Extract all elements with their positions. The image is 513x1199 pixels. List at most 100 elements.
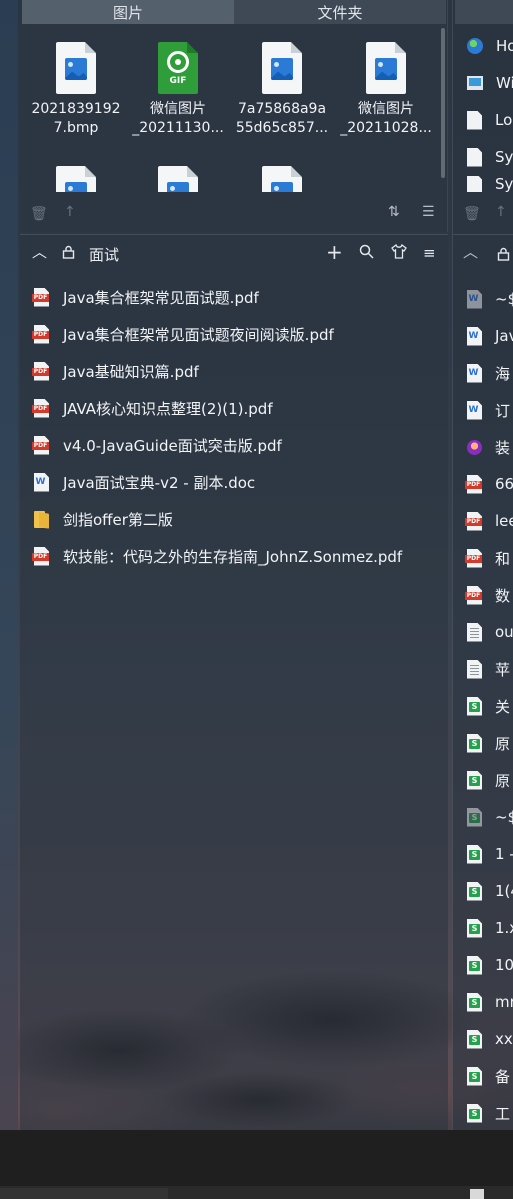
- file-name: 工: [495, 1104, 511, 1123]
- list-item[interactable]: PDF 数: [465, 580, 511, 610]
- image-file-icon[interactable]: [262, 166, 302, 192]
- file-name: 数: [495, 586, 511, 605]
- tab-images[interactable]: 图片: [22, 0, 234, 24]
- list-item[interactable]: PDF v4.0-JavaGuide面试突击版.pdf: [32, 430, 282, 460]
- list-item[interactable]: S关: [467, 691, 510, 721]
- move-up-icon[interactable]: ↑: [64, 204, 76, 220]
- list-item[interactable]: S ~$: [467, 802, 513, 832]
- file-name: Java基础知识篇.pdf: [63, 362, 199, 381]
- list-item[interactable]: Sy: [467, 176, 513, 192]
- taskbar-segment[interactable]: [0, 1188, 168, 1199]
- sheet-file-icon: S: [467, 1103, 482, 1123]
- folder-icon: [34, 510, 49, 528]
- globe-icon: [467, 38, 483, 54]
- lock-icon[interactable]: [62, 245, 75, 263]
- file-name: 66: [495, 475, 513, 493]
- file-name: ~$: [495, 290, 513, 308]
- interview-fence: ︿ 面试 + ≡ PDF Java集合框架常见面试题.pdf PDF Java集…: [20, 234, 448, 1130]
- file-name: mr: [495, 993, 513, 1011]
- list-item[interactable]: S 1.x: [467, 913, 513, 943]
- list-item[interactable]: PDF 软技能：代码之外的生存指南_JohnZ.Sonmez.pdf: [32, 541, 402, 571]
- file-name: 微信图片 _20211130...: [132, 101, 224, 136]
- list-item[interactable]: PDF Java基础知识篇.pdf: [32, 356, 199, 386]
- file-name: 装: [495, 438, 511, 457]
- word-file-icon: W: [467, 326, 482, 346]
- move-up-icon[interactable]: ↑: [495, 204, 507, 220]
- list-item[interactable]: PDF lee: [465, 506, 513, 536]
- list-item[interactable]: W ~$: [467, 284, 513, 314]
- file-tile[interactable]: 2021839192 7.bmp: [24, 42, 128, 138]
- list-item[interactable]: PDF 66: [465, 469, 513, 499]
- tab-folders[interactable]: 文件夹: [234, 0, 446, 24]
- app-icon: [467, 76, 483, 90]
- word-file-icon: W: [467, 289, 482, 309]
- list-item[interactable]: Smr: [467, 987, 513, 1017]
- list-item[interactable]: W Java面试宝典-v2 - 副本.doc: [34, 467, 255, 497]
- add-icon[interactable]: +: [326, 240, 343, 264]
- gif-file-icon: GIF: [158, 42, 198, 94]
- list-item[interactable]: 苹: [467, 654, 510, 684]
- list-item[interactable]: S原: [467, 765, 510, 795]
- search-icon[interactable]: [359, 244, 374, 263]
- list-item[interactable]: W订: [467, 395, 510, 425]
- sort-icon[interactable]: ⇅: [388, 204, 400, 220]
- lock-icon[interactable]: [497, 246, 510, 265]
- list-item[interactable]: S 1(4: [467, 876, 513, 906]
- delete-icon[interactable]: 🗑: [30, 206, 48, 222]
- list-item[interactable]: W海: [467, 358, 510, 388]
- list-item[interactable]: Sxx: [467, 1024, 513, 1054]
- file-name: Jav: [495, 327, 513, 345]
- word-file-icon: W: [34, 472, 49, 492]
- list-item[interactable]: PDF JAVA核心知识点整理(2)(1).pdf: [32, 393, 273, 423]
- list-item[interactable]: Ho: [467, 31, 513, 61]
- sheet-file-icon: S: [467, 1066, 482, 1086]
- list-item[interactable]: S原: [467, 728, 510, 758]
- list-item[interactable]: W Jav: [467, 321, 513, 351]
- list-item[interactable]: PDF Java集合框架常见面试题.pdf: [32, 282, 259, 312]
- list-item[interactable]: PDF Java集合框架常见面试题夜间阅读版.pdf: [32, 319, 334, 349]
- fence-tabs: 图片 文件夹: [22, 0, 446, 24]
- file-name: 原: [495, 734, 511, 753]
- file-name: 7a75868a9a 55d65c857...: [235, 101, 329, 136]
- collapse-icon[interactable]: ︿: [32, 241, 47, 262]
- pdf-file-icon: [467, 147, 482, 167]
- file-tile[interactable]: 微信图片 _20211028...: [334, 42, 438, 138]
- sheet-file-icon: S: [467, 844, 482, 864]
- text-file-icon: [467, 622, 482, 642]
- file-tile[interactable]: 7a75868a9a 55d65c857...: [230, 42, 334, 138]
- list-item[interactable]: S 1 -: [467, 839, 513, 869]
- skin-icon[interactable]: [391, 243, 407, 263]
- list-item[interactable]: PDF 和: [465, 543, 510, 573]
- list-item[interactable]: S备: [467, 1061, 510, 1091]
- scrollbar[interactable]: [441, 28, 445, 178]
- file-name: lee: [495, 512, 513, 530]
- file-name: v4.0-JavaGuide面试突击版.pdf: [63, 436, 282, 455]
- file-name: 备: [495, 1067, 511, 1086]
- image-file-icon[interactable]: [158, 166, 198, 192]
- tray-icon[interactable]: [470, 1189, 484, 1199]
- list-item[interactable]: 装: [467, 432, 510, 462]
- collapse-icon[interactable]: ︿: [463, 241, 478, 262]
- pdf-file-icon: PDF: [32, 546, 49, 566]
- sheet-file-icon: S: [467, 881, 482, 901]
- file-tile[interactable]: GIF 微信图片 _20211130...: [126, 42, 230, 138]
- list-item[interactable]: Sy: [467, 142, 513, 172]
- menu-icon[interactable]: ≡: [423, 244, 436, 262]
- list-item[interactable]: S工: [467, 1098, 510, 1128]
- file-name: Java面试宝典-v2 - 副本.doc: [63, 473, 256, 492]
- tab-partial[interactable]: [455, 0, 513, 24]
- list-view-icon[interactable]: ☰: [422, 204, 435, 220]
- delete-icon[interactable]: 🗑: [463, 206, 481, 222]
- pdf-file-icon: [467, 176, 482, 192]
- image-file-icon[interactable]: [56, 166, 96, 192]
- list-item[interactable]: ou: [467, 617, 513, 647]
- list-item[interactable]: S 10: [467, 950, 513, 980]
- text-file-icon: [467, 659, 482, 679]
- right-fence: Ho Wi Lo Sy Sy 🗑 ↑ ︿ W ~$ W Jav W海 W订装 PDF66 PD…: [452, 0, 513, 1130]
- pdf-file-icon: PDF: [32, 435, 49, 455]
- list-item[interactable]: Wi: [467, 68, 513, 98]
- file-name: ou: [495, 623, 513, 641]
- sheet-file-icon: S: [467, 770, 482, 790]
- list-item[interactable]: 剑指offer第二版: [34, 504, 173, 534]
- list-item[interactable]: Lo: [467, 105, 512, 135]
